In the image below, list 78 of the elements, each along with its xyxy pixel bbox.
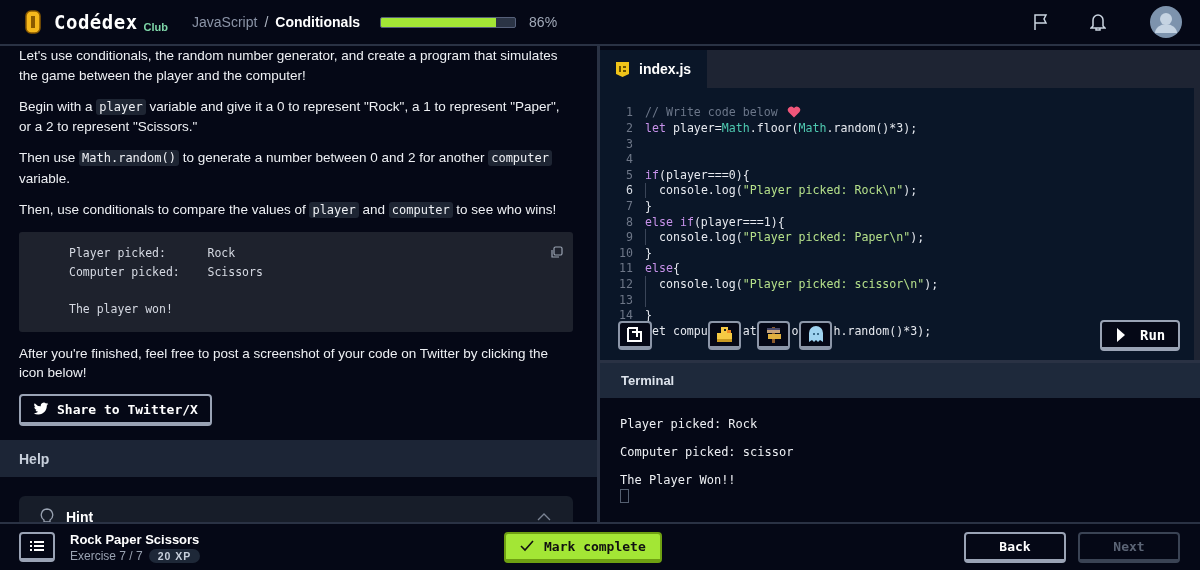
- code-fragment: at: [742, 323, 757, 338]
- menu-button[interactable]: [19, 532, 55, 562]
- code-text: Player picked: Rock: [69, 245, 237, 262]
- line-number: 13: [618, 292, 633, 307]
- club-label: Club: [143, 21, 169, 33]
- code-line: }: [645, 245, 652, 260]
- duck-icon: [714, 324, 735, 345]
- terminal-output: The Player Won!!: [620, 472, 737, 489]
- hint-label: Hint: [66, 509, 95, 522]
- tool-button[interactable]: [757, 321, 790, 350]
- coin-icon: [24, 10, 42, 34]
- code-text: Computer picked: Scissors: [69, 264, 263, 281]
- exercise-counter: Exercise 7 / 7: [70, 548, 143, 563]
- line-number: 12: [618, 277, 633, 291]
- terminal-title: Terminal: [621, 373, 675, 388]
- code-line: let player=Math.floor(Math.random()*3);: [645, 121, 918, 136]
- code-line: console.log("Player picked: scissor\n");: [659, 277, 939, 291]
- code-fragment: et compu: [651, 323, 708, 338]
- run-button[interactable]: Run: [1100, 320, 1180, 351]
- line-number: 11: [618, 261, 633, 276]
- line-number: 14: [618, 308, 633, 323]
- chevron-icon[interactable]: [537, 513, 551, 521]
- hint-card[interactable]: Hint: [19, 496, 573, 522]
- line-number: 6: [625, 183, 633, 198]
- breadcrumb-current: Conditionals: [275, 14, 361, 30]
- breadcrumb-link[interactable]: JavaScript: [192, 14, 258, 30]
- checkmark-icon: [520, 540, 534, 552]
- paragraph: Let's use conditionals, the random number generator, and create a program that simulates the game between the player and the computer!: [19, 47, 559, 85]
- file-tab[interactable]: index.js: [600, 50, 708, 88]
- avatar[interactable]: [1150, 6, 1182, 38]
- bird-icon: [33, 402, 49, 416]
- paragraph: Then use Math.random() to generate a number between 0 and 2 for another computer variable.: [19, 148, 575, 188]
- line-number: 9: [625, 230, 633, 245]
- terminal-cursor: [620, 489, 629, 503]
- logo-wordmark[interactable]: Codédex: [54, 11, 138, 33]
- code-line: else{: [645, 261, 680, 276]
- paragraph: Then, use conditionals to compare the values of player and computer to see who wins!: [19, 200, 558, 220]
- tool-button[interactable]: [799, 321, 832, 350]
- copy-icon[interactable]: [550, 246, 563, 259]
- progress-percent: 86%: [529, 14, 558, 30]
- tool-button[interactable]: [708, 321, 741, 350]
- line-number: 7: [625, 199, 633, 214]
- section-heading: Help: [19, 450, 50, 467]
- back-button[interactable]: Back: [964, 531, 1066, 563]
- code-line: console.log("Player picked: Paper\n");: [659, 230, 925, 245]
- copy-icon: [625, 324, 645, 345]
- line-number: 2: [625, 121, 633, 136]
- line-number: 4: [625, 152, 633, 167]
- code-line: if(player===0){: [645, 167, 750, 182]
- line-number: 5: [625, 167, 633, 182]
- code-line: else if(player===1){: [645, 214, 785, 229]
- code-text: The player won!: [69, 301, 174, 318]
- heart-icon: [786, 106, 801, 119]
- terminal-output: Computer picked: scissor: [620, 444, 795, 461]
- code-fragment: h.random()*3);: [833, 323, 932, 338]
- line-number: 8: [625, 214, 633, 229]
- lightbulb-icon: [40, 508, 54, 522]
- list-icon: [30, 540, 44, 552]
- code-line: // Write code below: [645, 105, 779, 120]
- line-number: 1: [625, 105, 633, 120]
- flag-icon[interactable]: [1032, 13, 1050, 31]
- paragraph: After you're finished, feel free to post a screenshot of your code on Twitter by clicking the icon below!: [19, 344, 550, 382]
- share-button[interactable]: Share to Twitter/X: [19, 394, 212, 426]
- line-number: 10: [618, 245, 633, 260]
- bell-icon[interactable]: [1090, 13, 1106, 31]
- js-file-icon: [616, 61, 629, 77]
- exercise-title: Rock Paper Scissors: [70, 531, 201, 547]
- terminal-output: Player picked: Rock: [620, 416, 759, 433]
- format-button[interactable]: [618, 321, 652, 350]
- code-line: }: [645, 199, 652, 214]
- paragraph: Begin with a player variable and give it a 0 to represent "Rock", a 1 to represent "Paper", or a 2 to represent "Scissors.": [19, 97, 561, 136]
- line-number: 3: [625, 136, 633, 151]
- mark-complete-button[interactable]: Mark complete: [504, 531, 662, 563]
- code-line: console.log("Player picked: Rock\n");: [659, 183, 918, 198]
- play-icon: [1116, 326, 1126, 343]
- xp-badge: 20 XP: [148, 548, 201, 563]
- breadcrumb-separator: /: [264, 14, 269, 30]
- code-fragment: o: [791, 323, 799, 338]
